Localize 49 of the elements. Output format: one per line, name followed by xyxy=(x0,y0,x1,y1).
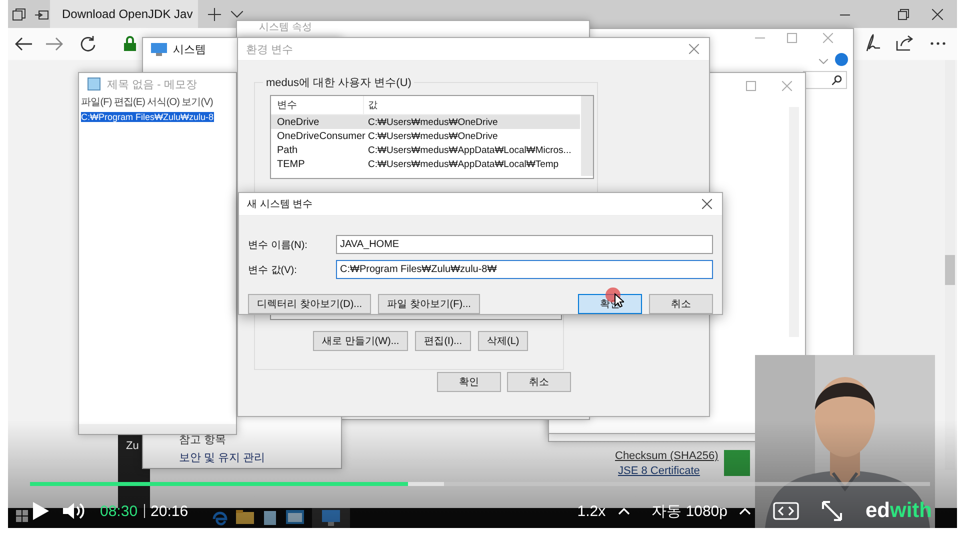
window-title: 환경 변수 xyxy=(246,42,294,56)
list-row[interactable]: OneDriveConsumer C:₩Users₩medus₩OneDrive xyxy=(271,129,580,143)
browser-tab[interactable]: Download OpenJDK Jav xyxy=(50,0,198,28)
section-heading: 참고 항목 xyxy=(179,433,226,447)
current-time: 08:30 xyxy=(100,502,138,520)
link-text[interactable]: JSE 8 Certificate xyxy=(618,465,700,477)
list-row[interactable]: Path C:₩Users₩medus₩AppData₩Local₩Micros... xyxy=(271,143,580,157)
duration: 20:16 xyxy=(150,502,188,520)
variable-value: C:₩Users₩medus₩AppData₩Local₩Temp xyxy=(367,158,559,170)
list-row[interactable]: TEMP C:₩Users₩medus₩AppData₩Local₩Temp xyxy=(271,157,580,171)
dialog-button[interactable]: 편집(I)... xyxy=(415,331,471,351)
window-title: 제목 없음 - 메모장 xyxy=(107,78,197,92)
variable-value: C:₩Users₩medus₩OneDrive xyxy=(367,116,498,128)
window-title: 시스템 xyxy=(173,42,206,56)
variable-name: TEMP xyxy=(276,158,306,170)
variable-value: C:₩Users₩medus₩AppData₩Local₩Micros... xyxy=(367,144,572,156)
field-label: 변수 값(V): xyxy=(248,264,298,276)
menu-item[interactable]: 편집(E) xyxy=(114,95,146,109)
browse-button[interactable]: 디렉터리 찾아보기(D)... xyxy=(248,294,371,314)
cancel-button[interactable]: 취소 xyxy=(649,294,713,314)
tab-title: Download OpenJDK Jav xyxy=(62,7,193,21)
menu-item[interactable]: 서식(O) xyxy=(147,95,180,109)
field-label: 변수 이름(N): xyxy=(248,238,308,252)
input-field[interactable]: C:₩Program Files₩Zulu₩zulu-8₩ xyxy=(336,260,713,279)
link-text[interactable]: Checksum (SHA256) xyxy=(615,450,718,462)
cancel-button[interactable]: 취소 xyxy=(507,372,571,392)
menu-item[interactable]: 파일(F) xyxy=(81,95,112,109)
group-label: medus에 대한 사용자 변수(U) xyxy=(263,75,414,90)
variable-value: C:₩Users₩medus₩OneDrive xyxy=(367,130,498,142)
selected-text: C:₩Program Files₩Zulu₩zulu-8 xyxy=(81,112,214,122)
column-header[interactable]: 값 xyxy=(363,96,378,114)
column-text: Zu xyxy=(126,440,139,452)
speed-button[interactable]: 1.2x xyxy=(577,502,606,520)
column-header[interactable]: 변수 xyxy=(271,98,363,112)
browse-button[interactable]: 파일 찾아보기(F)... xyxy=(378,294,480,314)
window-title: 시스템 속성 xyxy=(259,22,312,34)
menu-item[interactable]: 보기(V) xyxy=(182,95,213,109)
logo[interactable]: edwith xyxy=(865,499,932,523)
variable-name: OneDrive xyxy=(276,116,320,128)
input-field[interactable]: JAVA_HOME xyxy=(336,235,713,254)
variable-name: Path xyxy=(276,144,299,156)
list-row[interactable]: OneDrive C:₩Users₩medus₩OneDrive xyxy=(271,115,580,129)
quality-button[interactable]: 자동 1080p xyxy=(652,502,728,520)
window-title: 새 시스템 변수 xyxy=(247,198,313,211)
link[interactable]: 보안 및 유지 관리 xyxy=(179,450,266,465)
ok-button[interactable]: 확인 xyxy=(437,372,501,392)
variable-name: OneDriveConsumer xyxy=(276,130,363,142)
dialog-button[interactable]: 삭제(L) xyxy=(478,331,528,351)
dialog-button[interactable]: 새로 만들기(W)... xyxy=(313,331,408,351)
